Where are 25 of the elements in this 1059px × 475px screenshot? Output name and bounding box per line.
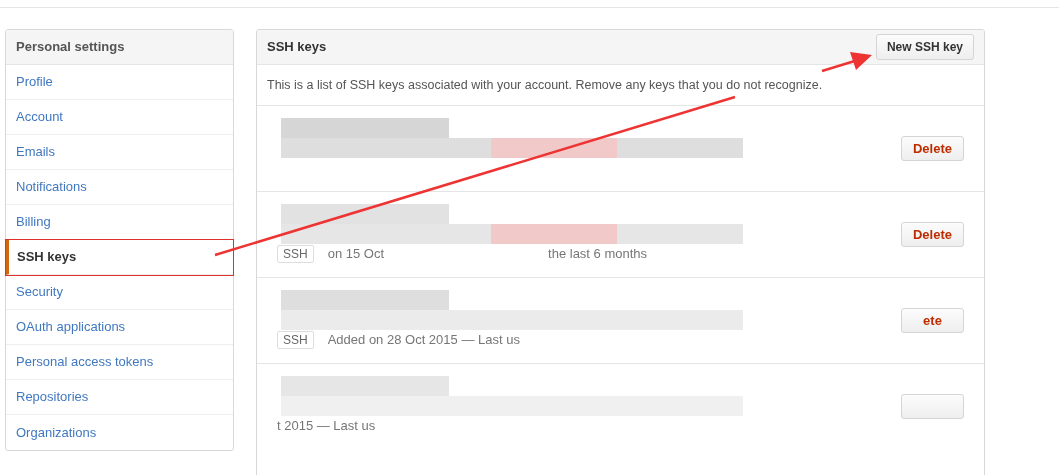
key-meta-text: the last 6 months: [548, 244, 648, 263]
sidebar-title: Personal settings: [6, 30, 233, 65]
sidebar-item[interactable]: Repositories: [6, 380, 233, 415]
sidebar-item[interactable]: Emails: [6, 135, 233, 170]
delete-button[interactable]: [901, 394, 964, 419]
key-type-label: SSH: [277, 245, 314, 263]
panel-title: SSH keys: [267, 38, 327, 57]
delete-button[interactable]: Delete: [901, 222, 964, 247]
sidebar-item[interactable]: Account: [6, 100, 233, 135]
key-meta-text: t 2015 — Last us: [277, 416, 376, 435]
sidebar-item[interactable]: Billing: [6, 205, 233, 240]
sidebar-item[interactable]: Notifications: [6, 170, 233, 205]
sidebar-item[interactable]: Profile: [6, 65, 233, 100]
delete-button[interactable]: Delete: [901, 136, 964, 161]
key-type-label: SSH: [277, 331, 314, 349]
key-meta-text: on 15 Oct: [327, 244, 385, 263]
sidebar-item[interactable]: OAuth applications: [6, 310, 233, 345]
sidebar-item[interactable]: Organizations: [6, 415, 233, 450]
sidebar-item[interactable]: SSH keys: [6, 240, 233, 275]
panel-description: This is a list of SSH keys associated with your account. Remove any keys that you do not recognize.: [267, 76, 823, 94]
delete-button[interactable]: ete: [901, 308, 964, 333]
sidebar-item[interactable]: Security: [6, 275, 233, 310]
key-meta-text: Added on 28 Oct 2015 — Last us: [327, 330, 520, 349]
sidebar-item[interactable]: Personal access tokens: [6, 345, 233, 380]
new-ssh-key-button[interactable]: New SSH key: [875, 34, 974, 60]
